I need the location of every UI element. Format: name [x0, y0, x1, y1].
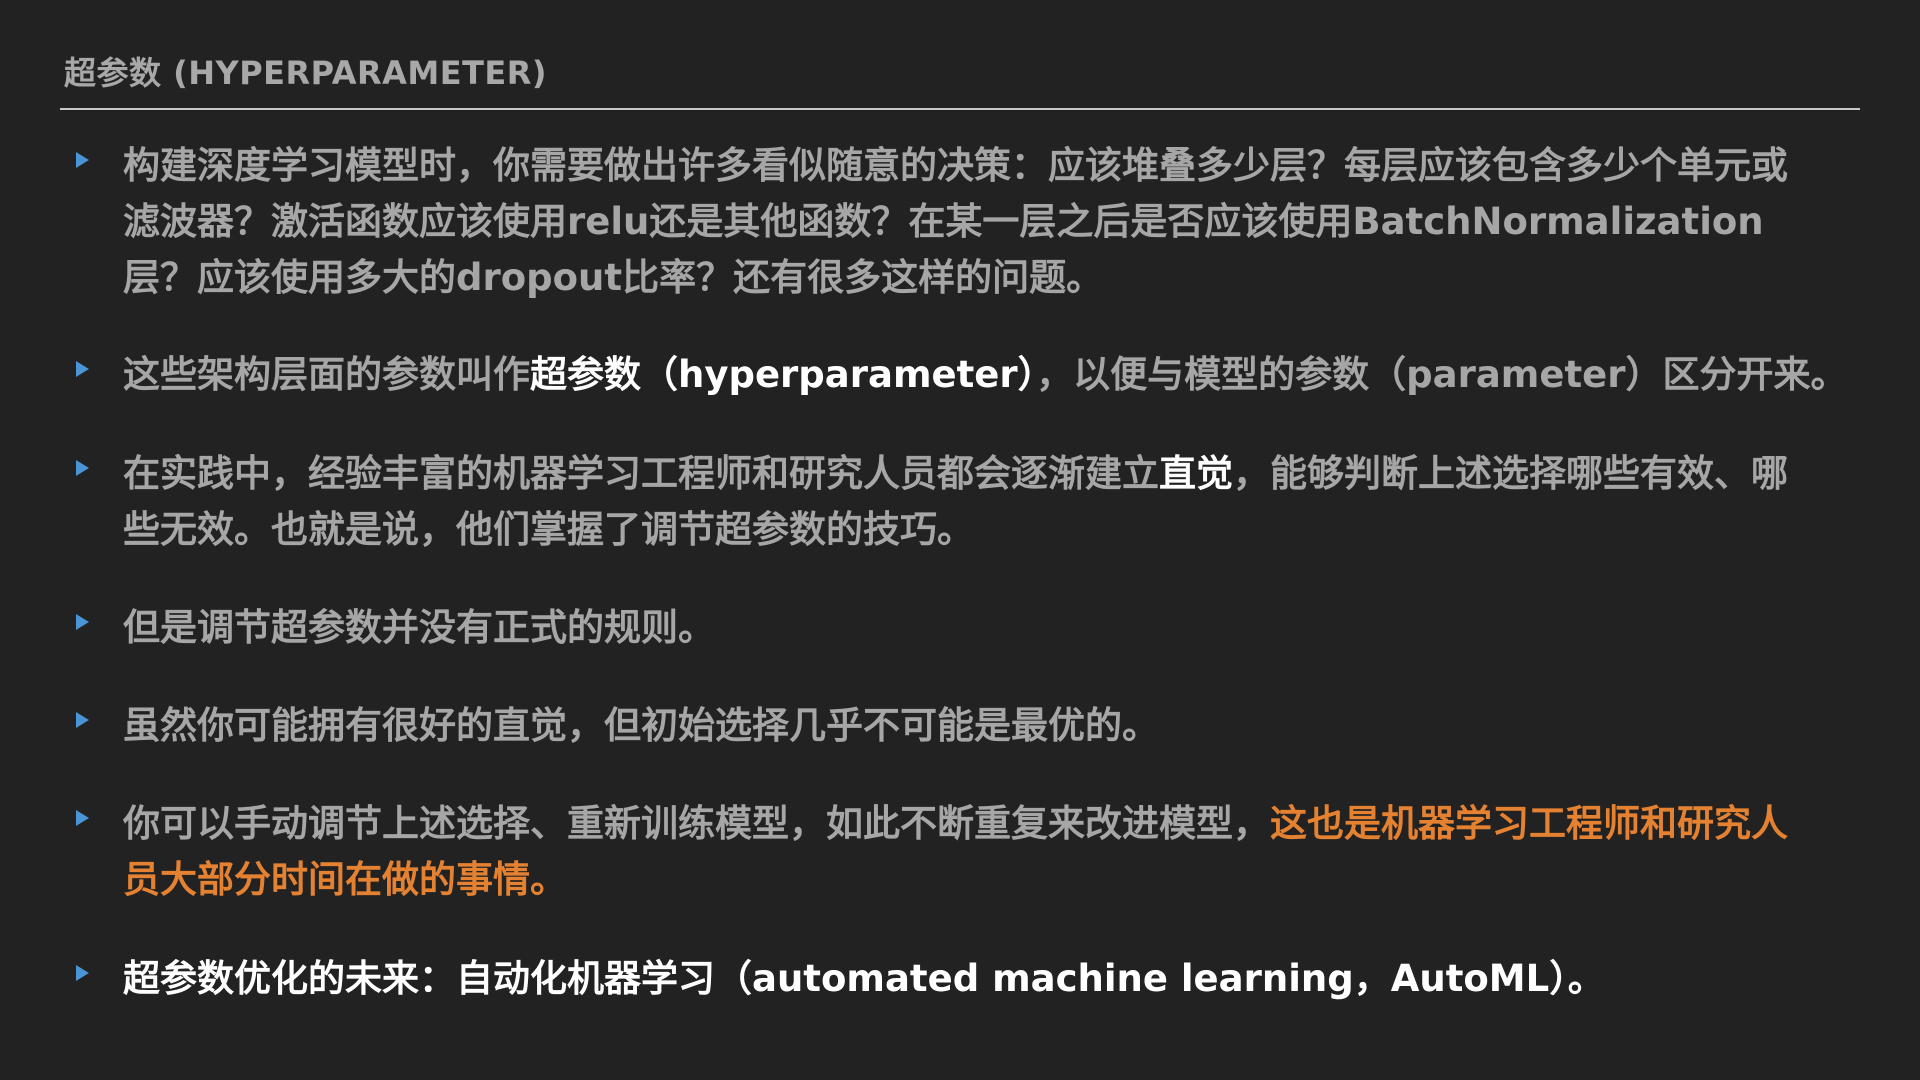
triangle-bullet-icon — [76, 810, 89, 826]
emphasis-term: 直觉 — [1159, 452, 1233, 495]
bullet-item-6: 你可以手动调节上述选择、重新训练模型，如此不断重复来改进模型，这也是机器学习工程… — [76, 796, 1816, 908]
triangle-bullet-icon — [76, 460, 89, 476]
bullet-text-plain: ，以便与模型的参数（parameter）区分开来。 — [1036, 353, 1848, 396]
bullet-item-5: 虽然你可能拥有很好的直觉，但初始选择几乎不可能是最优的。 — [76, 698, 1896, 754]
bullet-item-7: 超参数优化的未来：自动化机器学习（automated machine learn… — [76, 951, 1896, 1007]
bullet-text: 超参数优化的未来：自动化机器学习（automated machine learn… — [123, 957, 1605, 1000]
bullet-text: 虽然你可能拥有很好的直觉，但初始选择几乎不可能是最优的。 — [123, 704, 1159, 747]
bullet-text: 这些架构层面的参数叫作超参数（hyperparameter），以便与模型的参数（… — [123, 347, 1896, 403]
bullet-text: 构建深度学习模型时，你需要做出许多看似随意的决策：应该堆叠多少层？每层应该包含多… — [123, 144, 1788, 299]
bullet-item-2: 这些架构层面的参数叫作超参数（hyperparameter），以便与模型的参数（… — [76, 347, 1896, 403]
bullet-text: 在实践中，经验丰富的机器学习工程师和研究人员都会逐渐建立直觉，能够判断上述选择哪… — [123, 446, 1816, 558]
bullet-text: 你可以手动调节上述选择、重新训练模型，如此不断重复来改进模型，这也是机器学习工程… — [123, 796, 1816, 908]
bullet-text-plain: 你可以手动调节上述选择、重新训练模型，如此不断重复来改进模型， — [123, 802, 1270, 845]
triangle-bullet-icon — [76, 152, 89, 168]
triangle-bullet-icon — [76, 361, 89, 377]
emphasis-term: 超参数（hyperparameter） — [530, 353, 1037, 396]
triangle-bullet-icon — [76, 965, 89, 981]
bullet-list: 构建深度学习模型时，你需要做出许多看似随意的决策：应该堆叠多少层？每层应该包含多… — [0, 0, 1920, 1080]
slide: 超参数 (HYPERPARAMETER) 构建深度学习模型时，你需要做出许多看似… — [0, 0, 1920, 1080]
bullet-text: 但是调节超参数并没有正式的规则。 — [123, 606, 715, 649]
bullet-item-3: 在实践中，经验丰富的机器学习工程师和研究人员都会逐渐建立直觉，能够判断上述选择哪… — [76, 446, 1816, 558]
bullet-text-plain: 这些架构层面的参数叫作 — [123, 353, 530, 396]
triangle-bullet-icon — [76, 614, 89, 630]
bullet-item-1: 构建深度学习模型时，你需要做出许多看似随意的决策：应该堆叠多少层？每层应该包含多… — [76, 138, 1816, 306]
bullet-text-plain: 在实践中，经验丰富的机器学习工程师和研究人员都会逐渐建立 — [123, 452, 1159, 495]
bullet-item-4: 但是调节超参数并没有正式的规则。 — [76, 600, 1896, 656]
triangle-bullet-icon — [76, 712, 89, 728]
